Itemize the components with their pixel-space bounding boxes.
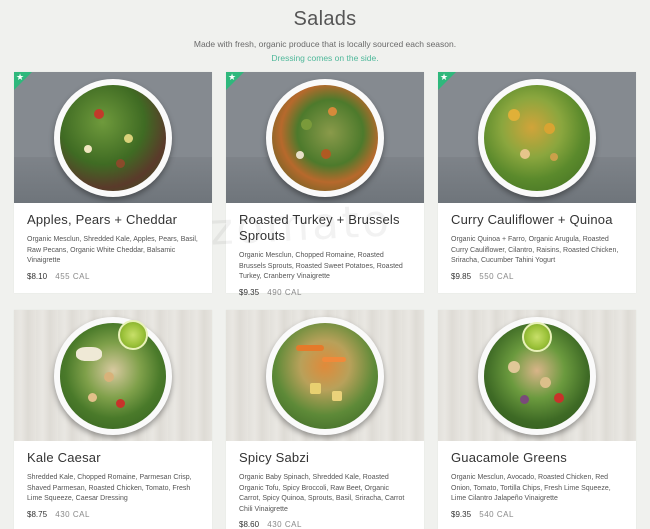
salad-name: Spicy Sabzi [239, 450, 310, 465]
salad-name: Curry Cauliflower + Quinoa [451, 212, 613, 227]
salad-name: Kale Caesar [27, 450, 101, 465]
salad-card-guacamole-greens[interactable]: Guacamole Greens Organic Mesclun, Avocad… [438, 310, 636, 529]
page-title: Salads [293, 8, 357, 30]
salad-calories: 430 CAL [267, 520, 302, 529]
salad-description: Organic Mesclun, Shredded Kale, Apples, … [27, 236, 198, 264]
salad-photo: ★ [438, 72, 636, 203]
salad-card-roasted-turkey-brussels-sprouts[interactable]: ★ Roasted Turkey + Brussels Sprouts Orga… [226, 72, 424, 297]
dressing-note: Dressing comes on the side. [271, 53, 379, 63]
salad-bowl-image [54, 316, 172, 435]
salad-description: Organic Quinoa + Farro, Organic Arugula,… [451, 236, 619, 264]
salad-description: Organic Mesclun, Avocado, Roasted Chicke… [451, 474, 611, 502]
page-subtitle: Made with fresh, organic produce that is… [193, 39, 457, 49]
salad-photo [438, 310, 636, 441]
salad-price: $8.10 [27, 271, 48, 281]
star-icon: ★ [440, 72, 449, 82]
salad-price: $9.35 [451, 509, 472, 519]
salad-bowl-image [266, 316, 384, 435]
salad-price: $9.35 [239, 287, 260, 297]
salad-photo [226, 310, 424, 441]
salad-calories: 540 CAL [479, 509, 514, 519]
salad-price: $9.85 [451, 271, 472, 281]
salad-calories: 550 CAL [479, 271, 514, 281]
star-icon: ★ [228, 72, 237, 82]
salad-photo: ★ [14, 72, 212, 203]
salad-name: Guacamole Greens [451, 450, 567, 465]
salad-description: Organic Mesclun, Chopped Romaine, Roaste… [239, 252, 403, 280]
salad-description: Organic Baby Spinach, Shredded Kale, Roa… [239, 474, 405, 513]
salad-bowl-image [266, 78, 384, 197]
salad-photo [14, 310, 212, 441]
star-icon: ★ [16, 72, 25, 82]
salad-card-kale-caesar[interactable]: Kale Caesar Shredded Kale, Chopped Romai… [14, 310, 212, 529]
salad-calories: 430 CAL [55, 509, 90, 519]
salad-card-apples-pears-cheddar[interactable]: ★ Apples, Pears + Cheddar Organic Mesclu… [14, 72, 212, 293]
lime-wedge [118, 320, 148, 350]
salad-bowl-image [478, 78, 596, 197]
salad-calories: 490 CAL [267, 287, 302, 297]
salad-price: $8.60 [239, 520, 260, 529]
salad-name: Roasted Turkey + Brussels Sprouts [239, 212, 400, 243]
salad-photo: ★ [226, 72, 424, 203]
salad-description: Shredded Kale, Chopped Romaine, Parmesan… [27, 474, 192, 502]
page-header: Salads Made with fresh, organic produce … [0, 0, 650, 63]
salad-calories: 455 CAL [55, 271, 90, 281]
lime-wedge [522, 322, 552, 352]
salad-bowl-image [54, 78, 172, 197]
salad-price: $8.75 [27, 509, 48, 519]
salad-card-curry-cauliflower-quinoa[interactable]: ★ Curry Cauliflower + Quinoa Organic Qui… [438, 72, 636, 293]
salad-name: Apples, Pears + Cheddar [27, 212, 178, 227]
salad-card-spicy-sabzi[interactable]: Spicy Sabzi Organic Baby Spinach, Shredd… [226, 310, 424, 529]
